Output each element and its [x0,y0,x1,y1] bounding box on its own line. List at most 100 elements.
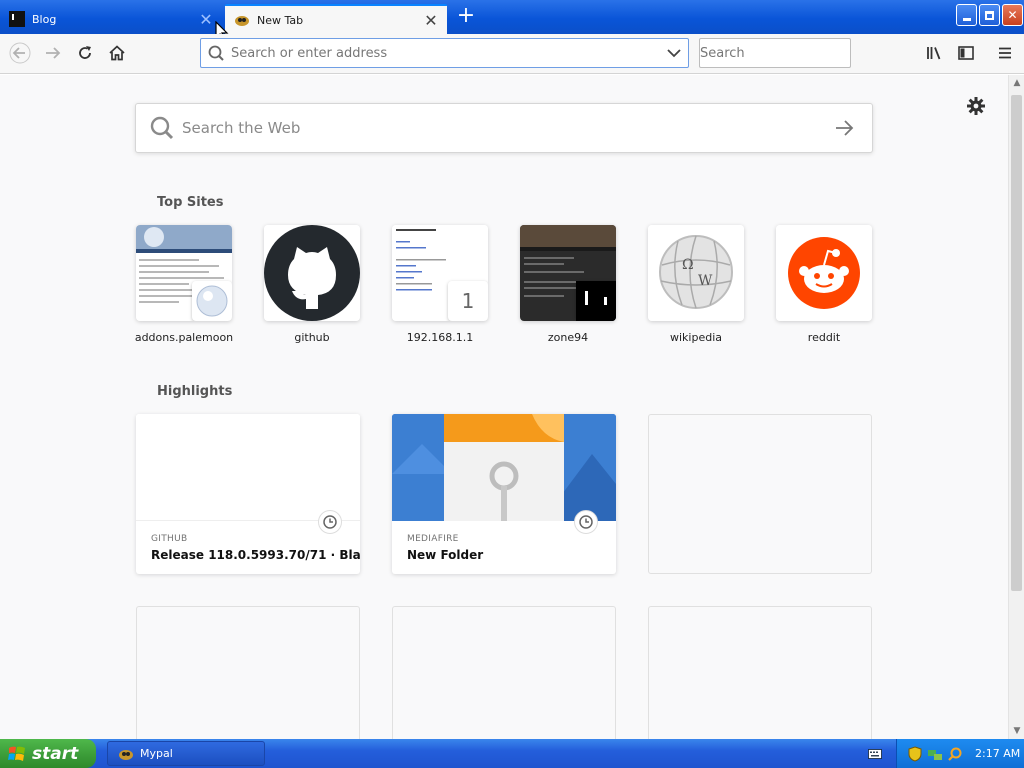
site-thumbnail [776,225,872,321]
reload-icon [79,46,91,59]
forward-arrow-icon [46,47,61,59]
keyboard-icon[interactable] [868,748,882,760]
home-button[interactable] [102,38,132,68]
site-label: wikipedia [669,331,722,344]
palemoon-favicon [192,281,232,321]
forward-button[interactable] [38,38,68,68]
web-search-box[interactable] [135,103,873,153]
scrollbar-thumb[interactable] [1011,95,1022,591]
sidebar-button[interactable] [951,38,981,68]
network-icon[interactable] [927,746,943,762]
windows-logo-icon [8,746,25,761]
site-label: addons.palemoon [134,331,234,344]
mypal-favicon-icon [235,16,249,26]
highlight-placeholder [136,606,360,739]
close-tab-icon[interactable]: ✕ [196,9,216,29]
site-fallback-icon: 1 [448,281,488,321]
close-tab-icon[interactable]: ✕ [421,10,441,30]
site-thumbnail [520,225,616,321]
site-label: reddit [807,331,841,344]
svg-text:W: W [698,273,713,289]
tab-label: New Tab [257,13,304,27]
maximize-button[interactable] [979,4,1000,26]
gear-icon[interactable] [965,95,987,117]
reddit-icon [776,225,872,321]
top-sites-heading: Top Sites [157,195,224,210]
title-bar: Blog ✕ New Tab ✕ + ✕ [0,0,1024,42]
top-site-wikipedia[interactable]: Ω W wikipedia [632,225,752,345]
card-source: GITHUB [151,534,188,544]
reload-button[interactable] [70,38,100,68]
wikipedia-globe-icon: Ω W [648,225,744,321]
new-tab-button[interactable]: + [455,5,477,28]
minimize-icon [962,17,971,21]
hamburger-menu-icon [999,47,1011,59]
security-shield-icon[interactable] [907,745,923,762]
highlight-placeholder [392,606,616,739]
tab-blog[interactable]: Blog ✕ [0,4,222,34]
search-input[interactable] [700,45,870,61]
card-source: MEDIAFIRE [407,534,459,544]
card-title: Release 118.0.5993.70/71 · Blau... [151,548,360,562]
clock: 2:17 AM [975,747,1021,760]
start-label: start [32,743,79,764]
history-clock-icon [579,515,593,529]
home-icon [109,45,125,61]
library-icon [927,47,941,60]
menu-button[interactable] [990,38,1020,68]
search-icon [208,45,224,61]
tab-new-tab[interactable]: New Tab ✕ [225,4,447,34]
mediafire-folder-image [392,414,616,521]
site-thumbnail [136,225,232,321]
restore-icon [985,10,994,20]
site-thumbnail: 1 [392,225,488,321]
top-site-addons-palemoon[interactable]: addons.palemoon [120,225,240,345]
address-bar[interactable] [200,38,689,68]
new-tab-page: Top Sites add [0,75,1008,739]
top-site-router[interactable]: 1 192.168.1.1 [376,225,496,345]
web-search-input[interactable] [182,119,822,137]
site-label: zone94 [547,331,589,344]
highlight-placeholder [648,606,872,739]
highlight-card-mediafire[interactable]: MEDIAFIRE New Folder [392,414,616,574]
minimize-button[interactable] [956,4,977,26]
library-button[interactable] [919,38,949,68]
nav-toolbar [0,34,1024,74]
address-input[interactable] [231,45,660,61]
search-icon [150,116,174,140]
fallback-letter: 1 [461,289,475,313]
card-image [136,414,360,521]
arrow-right-icon[interactable] [822,116,872,140]
close-icon: ✕ [1007,8,1018,22]
clock-icon [574,510,598,534]
start-button[interactable]: start [0,739,96,768]
site-label: 192.168.1.1 [406,331,474,344]
highlight-card-github[interactable]: GITHUB Release 118.0.5993.70/71 · Blau..… [136,414,360,574]
close-window-button[interactable]: ✕ [1002,4,1023,26]
github-icon [264,225,360,321]
search-bar[interactable] [699,38,870,68]
task-label: Mypal [140,747,173,760]
card-image [392,414,616,521]
scroll-up-icon[interactable]: ▲ [1009,75,1024,91]
taskbar-item-mypal[interactable]: Mypal [107,741,265,766]
scroll-down-icon[interactable]: ▼ [1009,723,1024,739]
back-arrow-icon [9,42,31,64]
tab-label: Blog [32,12,57,26]
mypal-icon [119,749,133,760]
palemoon-icon [196,285,228,317]
system-tray: 2:17 AM [896,739,1024,768]
sidebar-icon [958,46,974,60]
taskbar: start Mypal 2:17 AM [0,739,1024,768]
clock-icon [318,510,342,534]
chevron-down-icon[interactable] [660,43,688,63]
top-site-zone94[interactable]: zone94 [504,225,624,345]
top-site-github[interactable]: github [248,225,368,345]
site-thumbnail [264,225,360,321]
history-clock-icon [323,515,337,529]
vertical-scrollbar[interactable]: ▲ ▼ [1008,75,1024,739]
top-site-reddit[interactable]: reddit [760,225,880,345]
zone94-favicon [576,281,616,321]
search-tray-icon[interactable] [947,746,963,762]
back-button[interactable] [5,38,35,68]
